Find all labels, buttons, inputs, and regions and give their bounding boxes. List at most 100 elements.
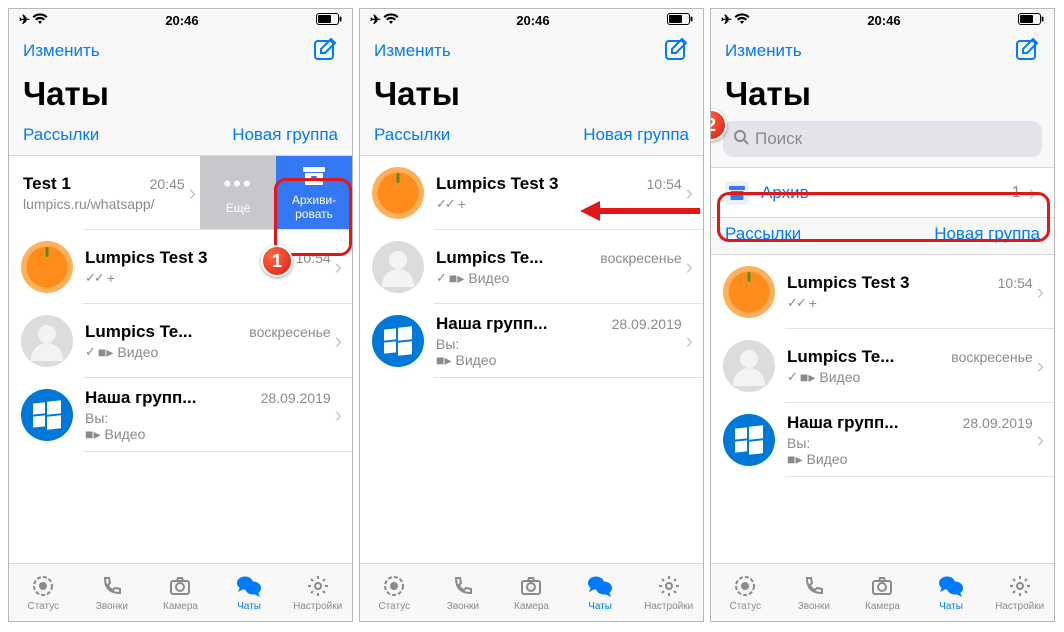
video-icon: ■▸ (787, 451, 802, 468)
chat-row[interactable]: Lumpics Test 310:54 ✓✓+ › (711, 255, 1054, 329)
battery-icon (1018, 13, 1044, 28)
chats-icon (587, 573, 613, 599)
compose-icon[interactable] (663, 36, 689, 67)
swipe-archive-button[interactable]: Архиви- ровать (276, 156, 352, 230)
swipe-more-button[interactable]: ••• Ещё (200, 156, 276, 230)
newgroup-link[interactable]: Новая группа (232, 125, 338, 145)
archive-label: Архив (761, 183, 1012, 203)
gear-icon (656, 573, 682, 599)
tab-calls[interactable]: Звонки (78, 564, 147, 621)
chat-row[interactable]: Lumpics Te... воскресенье ✓■▸Видео › (9, 304, 352, 378)
chat-name: Lumpics Te... (787, 347, 894, 367)
status-bar: ✈ 20:46 (360, 9, 703, 31)
chat-row-swiped[interactable]: Test 1 20:45 lumpics.ru/whatsapp/ › ••• … (9, 156, 352, 230)
edit-button[interactable]: Изменить (725, 41, 802, 61)
ellipsis-icon: ••• (223, 171, 252, 197)
edit-button[interactable]: Изменить (374, 41, 451, 61)
page-title: Чаты (360, 71, 703, 119)
sub-links: Рассылки Новая группа (9, 119, 352, 155)
battery-icon (316, 13, 342, 28)
tab-camera[interactable]: Камера (497, 564, 566, 621)
chevron-icon: › (185, 180, 200, 206)
tab-camera[interactable]: Камера (146, 564, 215, 621)
chat-name: Наша групп... (787, 413, 898, 433)
broadcast-link[interactable]: Рассылки (23, 125, 99, 145)
chevron-icon: › (682, 254, 697, 280)
search-input[interactable]: Поиск (723, 121, 1042, 157)
newgroup-link[interactable]: Новая группа (934, 224, 1040, 244)
video-icon: ■▸ (800, 369, 815, 386)
sent-tick-icon: ✓ (85, 344, 94, 360)
archive-box-icon (302, 166, 326, 189)
tab-settings[interactable]: Настройки (283, 564, 352, 621)
avatar (723, 414, 775, 466)
newgroup-link[interactable]: Новая группа (583, 125, 689, 145)
chat-time: 20:45 (150, 176, 185, 192)
chat-time: воскресенье (249, 324, 330, 340)
tab-bar: Статус Звонки Камера Чаты Настройки (711, 563, 1054, 621)
avatar (21, 241, 73, 293)
tab-camera[interactable]: Камера (848, 564, 917, 621)
wifi-icon (383, 13, 399, 28)
read-ticks-icon: ✓✓ (787, 295, 805, 311)
archive-box-icon (725, 181, 749, 205)
chat-name: Lumpics Te... (85, 322, 192, 342)
broadcast-link[interactable]: Рассылки (374, 125, 450, 145)
status-time: 20:46 (165, 13, 198, 28)
status-bar: ✈ 20:46 (711, 9, 1054, 31)
chat-time: 10:54 (296, 250, 331, 266)
airplane-icon: ✈ (721, 12, 732, 28)
chat-name: Lumpics Test 3 (436, 174, 559, 194)
chat-row[interactable]: Наша групп... 28.09.2019 Вы: ■▸Видео › (9, 378, 352, 452)
chat-row[interactable]: Lumpics Te...воскресенье ✓■▸Видео › (711, 329, 1054, 403)
chat-row[interactable]: Lumpics Test 3 10:54 ✓✓+ › (9, 230, 352, 304)
tab-settings[interactable]: Настройки (985, 564, 1054, 621)
archive-row[interactable]: Архив 1 › (711, 167, 1054, 217)
nav-bar: Изменить (9, 31, 352, 71)
tab-calls[interactable]: Звонки (780, 564, 849, 621)
avatar (372, 315, 424, 367)
chevron-icon: › (1033, 353, 1048, 379)
step-badge-1: 1 (261, 245, 293, 277)
sub-links: Рассылки Новая группа (711, 217, 1054, 254)
tab-calls[interactable]: Звонки (429, 564, 498, 621)
sent-tick-icon: ✓ (436, 270, 445, 286)
chevron-icon: › (331, 402, 346, 428)
chat-row[interactable]: Наша групп...28.09.2019 Вы: ■▸Видео › (360, 304, 703, 378)
tab-settings[interactable]: Настройки (634, 564, 703, 621)
compose-icon[interactable] (1014, 36, 1040, 67)
avatar (723, 340, 775, 392)
chat-time: воскресенье (951, 349, 1032, 365)
tab-status[interactable]: Статус (360, 564, 429, 621)
camera-icon (869, 573, 895, 599)
chat-time: 10:54 (647, 176, 682, 192)
status-icon (732, 573, 758, 599)
status-icon (381, 573, 407, 599)
sent-tick-icon: ✓ (787, 369, 796, 385)
edit-button[interactable]: Изменить (23, 41, 100, 61)
chevron-icon: › (331, 328, 346, 354)
tab-status[interactable]: Статус (711, 564, 780, 621)
page-title: Чаты (9, 71, 352, 119)
screen-3: ✈ 20:46 Изменить Чаты Поиск Архив 1 › Ра… (710, 8, 1055, 622)
tab-chats[interactable]: Чаты (917, 564, 986, 621)
tab-bar: Статус Звонки Камера Чаты Настройки (9, 563, 352, 621)
avatar (372, 167, 424, 219)
chevron-icon: › (1025, 180, 1040, 206)
chat-row[interactable]: Lumpics Te...воскресенье ✓■▸Видео › (360, 230, 703, 304)
chevron-icon: › (331, 254, 346, 280)
tab-status[interactable]: Статус (9, 564, 78, 621)
chats-icon (938, 573, 964, 599)
chat-row[interactable]: Наша групп...28.09.2019 Вы: ■▸Видео › (711, 403, 1054, 477)
chat-time: 10:54 (998, 275, 1033, 291)
avatar (372, 241, 424, 293)
chat-name: Lumpics Te... (436, 248, 543, 268)
tab-chats[interactable]: Чаты (215, 564, 284, 621)
chats-icon (236, 573, 262, 599)
compose-icon[interactable] (312, 36, 338, 67)
chat-list: Lumpics Test 310:54 ✓✓+ › Lumpics Te... в… (711, 254, 1054, 563)
tab-chats[interactable]: Чаты (566, 564, 635, 621)
read-ticks-icon: ✓✓ (85, 270, 103, 286)
broadcast-link[interactable]: Рассылки (725, 224, 801, 244)
sub-links: Рассылки Новая группа (360, 119, 703, 155)
